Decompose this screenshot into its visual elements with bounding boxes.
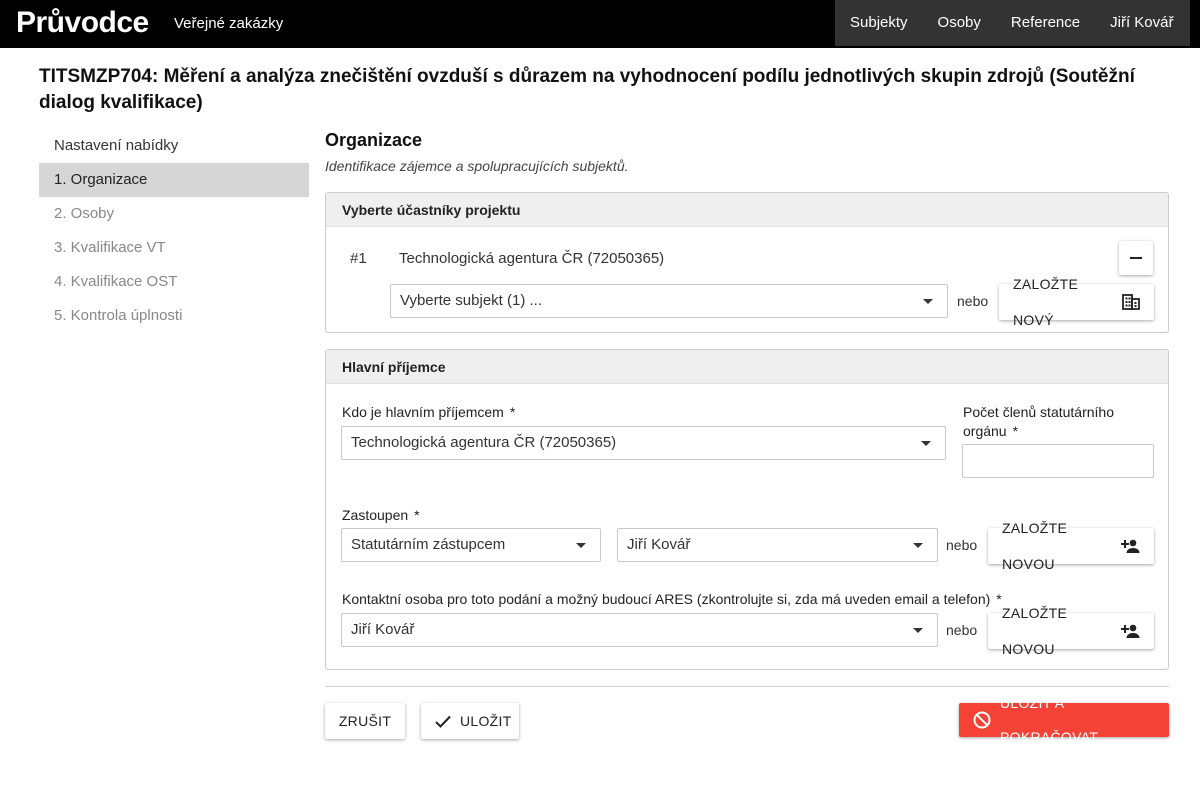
chevron-down-icon — [913, 628, 923, 633]
page-title: TITSMZP704: Měření a analýza znečištění … — [39, 66, 1135, 113]
remove-participant-button[interactable] — [1119, 241, 1153, 275]
member-count-label: Počet členů statutárního orgánu * — [963, 403, 1114, 441]
save-and-continue-label: ULOŽIT A POKRAČOVAT — [1000, 695, 1099, 745]
sidebar-item-kvalifikace-vt[interactable]: 3. Kvalifikace VT — [39, 231, 309, 265]
required-mark: * — [1012, 423, 1019, 439]
required-mark: * — [414, 507, 420, 523]
check-icon — [435, 715, 451, 728]
main-recipient-value: Technologická agentura ČR (72050365) — [351, 434, 617, 451]
block-icon — [973, 711, 991, 729]
representative-select[interactable]: Jiří Kovář — [617, 528, 938, 562]
create-new-subject-button[interactable]: ZALOŽTE NOVÝ — [999, 276, 1154, 328]
section-subtitle: Identifikace zájemce a spolupracujících … — [325, 158, 629, 174]
subject-select-value: Vyberte subjekt (1) ... — [400, 292, 543, 309]
building-icon — [1122, 294, 1140, 310]
nav-user[interactable]: Jiří Kovář — [1095, 0, 1188, 46]
top-bar: Průvodce Veřejné zakázky Subjekty Osoby … — [0, 0, 1200, 48]
contact-label-text: Kontaktní osoba pro toto podání a možný … — [342, 591, 991, 607]
or-text: nebo — [957, 293, 989, 309]
required-mark: * — [509, 404, 516, 420]
cancel-label: ZRUŠIT — [338, 713, 392, 729]
participants-panel: Vyberte účastníky projektu #1 Technologi… — [325, 192, 1169, 333]
chevron-down-icon — [576, 543, 586, 548]
required-mark: * — [996, 591, 1002, 607]
section-link[interactable]: Veřejné zakázky — [174, 15, 283, 32]
minus-icon — [1130, 257, 1142, 259]
representative-value: Jiří Kovář — [627, 536, 691, 553]
sidebar-item-kvalifikace-ost[interactable]: 4. Kvalifikace OST — [39, 265, 309, 299]
create-new-contact-button[interactable]: ZALOŽTE NOVOU — [988, 605, 1154, 657]
who-label: Kdo je hlavním příjemcem * — [342, 404, 515, 420]
participant-number: #1 — [350, 250, 367, 267]
represented-label: Zastoupen * — [342, 507, 420, 523]
participants-heading: Vyberte účastníky projektu — [326, 193, 1168, 227]
contact-label: Kontaktní osoba pro toto podání a možný … — [342, 591, 1002, 607]
sidebar-item-osoby[interactable]: 2. Osoby — [39, 197, 309, 231]
member-count-label-line2: orgánu — [963, 423, 1007, 439]
recipient-panel: Hlavní příjemce Kdo je hlavním příjemcem… — [325, 349, 1169, 670]
member-count-label-line1: Počet členů statutárního — [963, 404, 1114, 420]
create-new-representative-button[interactable]: ZALOŽTE NOVOU — [988, 520, 1154, 572]
save-label: ULOŽIT — [460, 713, 512, 729]
brand-logo[interactable]: Průvodce — [16, 6, 149, 40]
add-person-icon — [1120, 538, 1140, 554]
or-text: nebo — [946, 622, 978, 638]
sidebar: Nastavení nabídky 1. Organizace 2. Osoby… — [39, 129, 309, 333]
participant-name: Technologická agentura ČR (72050365) — [399, 250, 665, 267]
nav-reference[interactable]: Reference — [996, 0, 1095, 46]
representation-type-value: Statutárním zástupcem — [351, 536, 506, 553]
sidebar-item-kontrola[interactable]: 5. Kontrola úplnosti — [39, 299, 309, 333]
representation-type-select[interactable]: Statutárním zástupcem — [341, 528, 601, 562]
subject-select[interactable]: Vyberte subjekt (1) ... — [390, 284, 948, 318]
top-nav: Subjekty Osoby Reference Jiří Kovář — [835, 0, 1190, 46]
sidebar-item-organizace[interactable]: 1. Organizace — [39, 163, 309, 197]
create-new-contact-label: ZALOŽTE NOVOU — [1002, 605, 1068, 657]
cancel-button[interactable]: ZRUŠIT — [325, 703, 405, 739]
nav-osoby[interactable]: Osoby — [923, 0, 996, 46]
chevron-down-icon — [921, 441, 931, 446]
chevron-down-icon — [913, 543, 923, 548]
save-and-continue-button[interactable]: ULOŽIT A POKRAČOVAT — [959, 695, 1169, 745]
recipient-heading: Hlavní příjemce — [326, 350, 1168, 384]
represented-label-text: Zastoupen — [342, 507, 409, 523]
section-title: Organizace — [325, 130, 423, 150]
contact-person-value: Jiří Kovář — [351, 621, 415, 638]
sidebar-heading: Nastavení nabídky — [54, 137, 179, 154]
create-new-subject-label: ZALOŽTE NOVÝ — [1013, 276, 1079, 328]
save-button[interactable]: ULOŽIT — [421, 703, 519, 739]
who-label-text: Kdo je hlavním příjemcem — [342, 404, 504, 420]
chevron-down-icon — [923, 299, 933, 304]
contact-person-select[interactable]: Jiří Kovář — [341, 613, 938, 647]
create-new-representative-label: ZALOŽTE NOVOU — [1002, 520, 1068, 572]
member-count-input[interactable] — [962, 444, 1154, 478]
add-person-icon — [1120, 623, 1140, 639]
or-text: nebo — [946, 537, 978, 553]
nav-subjekty[interactable]: Subjekty — [835, 0, 923, 46]
main-recipient-select[interactable]: Technologická agentura ČR (72050365) — [341, 426, 946, 460]
